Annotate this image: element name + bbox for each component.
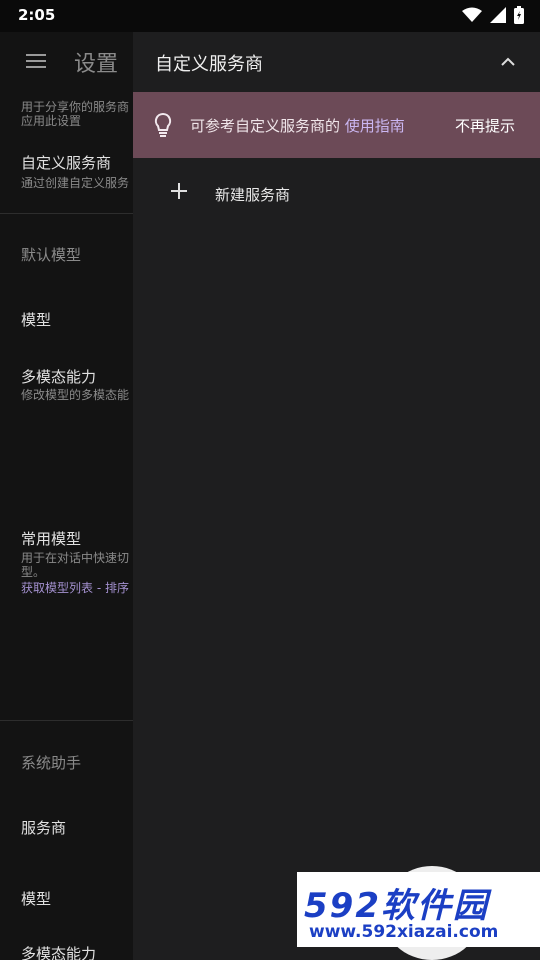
lightbulb-icon: [154, 112, 172, 137]
watermark-brand: 592软件园: [304, 886, 489, 926]
provider-item[interactable]: 服务商: [21, 817, 133, 838]
frequent-model-item[interactable]: 常用模型: [21, 528, 133, 549]
multimodal-item[interactable]: 多模态能力: [21, 366, 133, 387]
wifi-icon: [462, 7, 482, 22]
frequent-model-desc: 用于在对话中快速切 型。: [21, 551, 133, 579]
frequent-model-desc-line1: 用于在对话中快速切: [21, 551, 130, 565]
watermark-url: www.592xiazai.com: [309, 922, 499, 942]
share-hint-line2: 应用此设置: [21, 114, 82, 128]
divider: [0, 213, 133, 214]
tip-text: 可参考自定义服务商的 使用指南: [190, 115, 405, 136]
settings-header: 设置: [0, 32, 133, 92]
custom-provider-item[interactable]: 自定义服务商: [21, 152, 133, 173]
multimodal-item-2[interactable]: 多模态能力: [21, 943, 133, 960]
share-hint-line1: 用于分享你的服务商: [21, 100, 130, 114]
guide-link[interactable]: 使用指南: [345, 117, 405, 135]
settings-pane: 设置 用于分享你的服务商 应用此设置 自定义服务商 通过创建自定义服务 默认模型…: [0, 32, 133, 960]
new-provider-label: 新建服务商: [215, 186, 291, 204]
panel-header: 自定义服务商: [133, 32, 540, 92]
custom-provider-desc: 通过创建自定义服务: [21, 176, 130, 190]
menu-icon[interactable]: [26, 54, 46, 68]
frequent-model-desc-line2: 型。: [21, 565, 46, 579]
status-icons: [462, 6, 524, 24]
status-bar: 2:05: [0, 0, 540, 32]
watermark-logo: 592软件园 www.592xiazai.com: [297, 872, 540, 947]
model-list-link[interactable]: 获取模型列表 - 排序: [21, 581, 133, 595]
divider: [0, 720, 133, 721]
share-hint: 用于分享你的服务商 应用此设置: [21, 100, 133, 128]
tip-text-label: 可参考自定义服务商的: [190, 117, 345, 135]
custom-provider-panel: 自定义服务商 可参考自定义服务商的 使用指南 不再提示 新建服务商: [133, 32, 540, 960]
guide-tip-banner: 可参考自定义服务商的 使用指南 不再提示: [133, 92, 540, 158]
settings-title: 设置: [74, 52, 119, 77]
signal-icon: [490, 7, 506, 23]
chevron-up-icon[interactable]: [500, 56, 516, 66]
dismiss-button[interactable]: 不再提示: [455, 115, 515, 136]
model-item[interactable]: 模型: [21, 309, 133, 330]
section-system-assistant: 系统助手: [21, 754, 82, 772]
status-time: 2:05: [18, 6, 56, 24]
panel-title: 自定义服务商: [155, 54, 263, 75]
plus-icon: [171, 183, 187, 199]
new-provider-button[interactable]: 新建服务商: [133, 172, 540, 216]
battery-icon: [514, 6, 524, 24]
model-item-2[interactable]: 模型: [21, 888, 133, 909]
multimodal-desc: 修改模型的多模态能: [21, 388, 130, 402]
section-default-model: 默认模型: [21, 246, 82, 264]
